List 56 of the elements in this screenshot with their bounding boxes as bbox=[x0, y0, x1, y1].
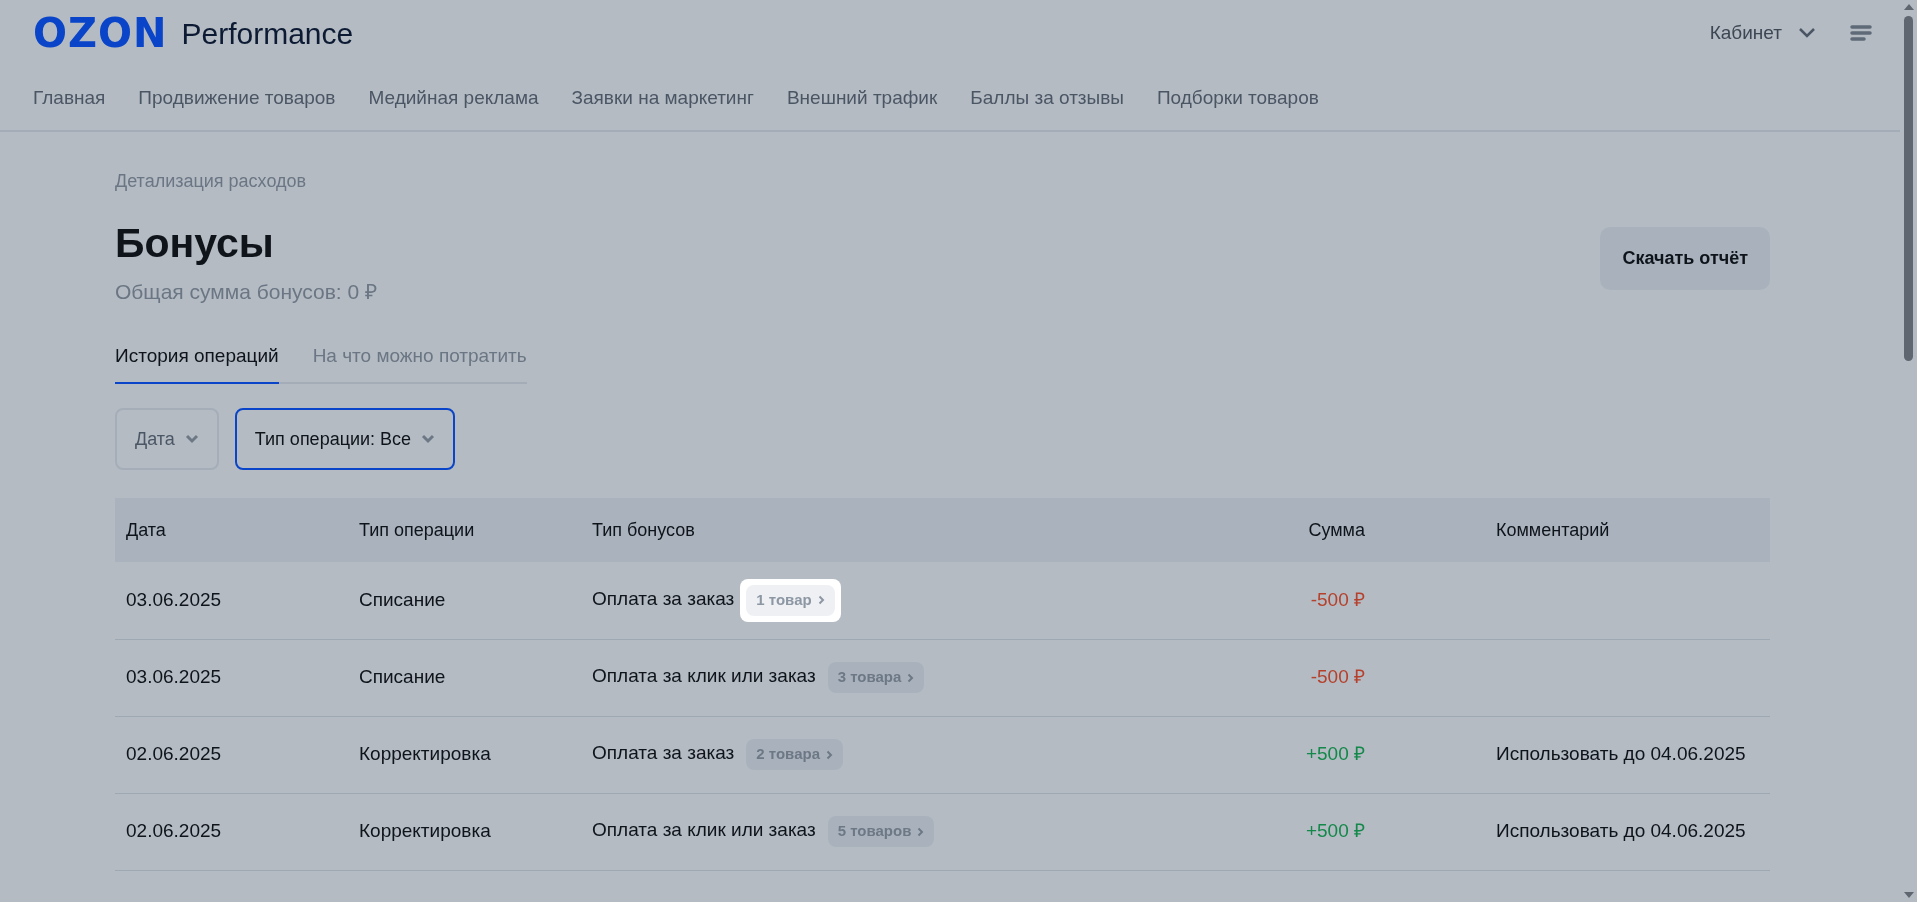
menu-icon[interactable] bbox=[1850, 24, 1872, 42]
table-cell: Списание bbox=[348, 639, 581, 717]
scroll-down-icon[interactable] bbox=[1903, 892, 1914, 898]
table-cell: Оплата за заказ bbox=[592, 588, 735, 610]
amount-cell: +500 ₽ bbox=[1246, 793, 1376, 871]
table-cell: Корректировка bbox=[348, 716, 581, 794]
column-header: Дата bbox=[115, 498, 348, 563]
breadcrumb[interactable]: Детализация расходов bbox=[115, 168, 1770, 195]
tab[interactable]: На что можно потратить bbox=[312, 341, 527, 385]
scrollbar-thumb[interactable] bbox=[1904, 16, 1913, 361]
nav-link[interactable]: Заявки на маркетинг bbox=[571, 83, 754, 113]
table-cell: Оплата за клик или заказ bbox=[592, 819, 816, 841]
account-menu[interactable]: Кабинет bbox=[1709, 18, 1782, 48]
table-cell: 03.06.2025 bbox=[115, 639, 348, 717]
items-chip[interactable]: 2 товара bbox=[746, 739, 843, 770]
nav-link[interactable]: Внешний трафик bbox=[786, 83, 938, 113]
amount-cell: -500 ₽ bbox=[1246, 562, 1376, 640]
nav-link[interactable]: Баллы за отзывы bbox=[970, 83, 1124, 113]
page-title: Бонусы bbox=[115, 219, 275, 268]
chevron-icon bbox=[184, 434, 199, 445]
table-cell: Использовать до 04.06.2025 bbox=[1376, 716, 1770, 794]
chevron-right-icon bbox=[917, 826, 925, 837]
nav-link[interactable]: Главная bbox=[33, 83, 106, 113]
bonus-total: Общая сумма бонусов: 0 ₽ bbox=[115, 279, 377, 306]
nav-link[interactable]: Медийная реклама bbox=[368, 83, 539, 113]
chevron-right-icon bbox=[826, 749, 833, 760]
items-chip[interactable]: 1 товар bbox=[746, 585, 835, 616]
nav-link[interactable]: Продвижение товаров bbox=[138, 83, 336, 113]
column-header: Тип бонусов bbox=[581, 498, 1246, 563]
table-cell: 02.06.2025 bbox=[115, 793, 348, 871]
table-cell: Корректировка bbox=[348, 793, 581, 871]
scroll-up-icon[interactable] bbox=[1903, 4, 1914, 10]
nav-link[interactable]: Подборки товаров bbox=[1156, 83, 1319, 113]
amount-cell: -500 ₽ bbox=[1246, 639, 1376, 717]
logo[interactable]: OZON bbox=[33, 13, 168, 53]
column-header: Сумма bbox=[1246, 498, 1376, 563]
table-cell: Оплата за клик или заказ bbox=[592, 665, 816, 687]
download-report-button[interactable]: Скачать отчёт bbox=[1600, 227, 1770, 290]
table-cell: 03.06.2025 bbox=[115, 562, 348, 640]
items-chip[interactable]: 5 товаров bbox=[827, 816, 935, 847]
items-chip[interactable]: 3 товара bbox=[827, 662, 925, 693]
chevron-right-icon bbox=[907, 672, 915, 683]
column-header: Тип операции bbox=[348, 498, 581, 563]
table-cell: Оплата за заказ bbox=[592, 742, 735, 764]
chevron-icon bbox=[421, 434, 436, 445]
table-cell: 02.06.2025 bbox=[115, 716, 348, 794]
filter-dropdown[interactable]: Дата bbox=[115, 408, 219, 471]
table-cell: Использовать до 04.06.2025 bbox=[1376, 793, 1770, 871]
chevron-right-icon bbox=[817, 595, 825, 606]
chevron-icon[interactable] bbox=[1798, 27, 1816, 39]
amount-cell: +500 ₽ bbox=[1246, 716, 1376, 794]
column-header: Комментарий bbox=[1376, 498, 1770, 563]
filter-dropdown[interactable]: Тип операции: Все bbox=[234, 408, 456, 471]
tab[interactable]: История операций bbox=[115, 341, 279, 385]
table-cell: Списание bbox=[348, 562, 581, 640]
product-name: Performance bbox=[181, 15, 354, 52]
